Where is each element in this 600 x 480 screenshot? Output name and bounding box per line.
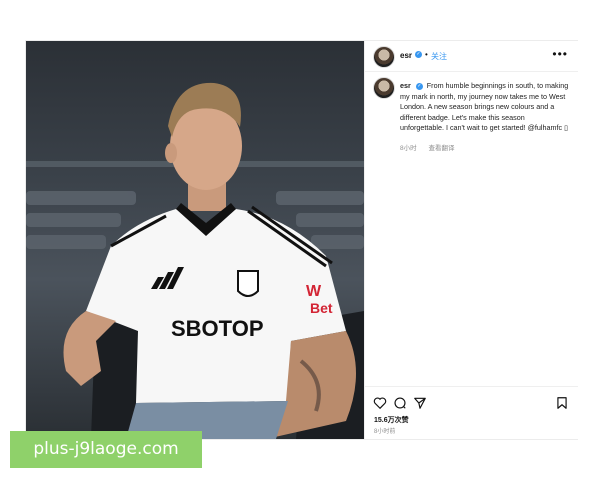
post-photo[interactable]: SBOTOP W Bet — [26, 41, 364, 439]
verified-icon: ✓ — [415, 51, 422, 58]
post-header: esr ✓ • 关注 ••• — [365, 41, 578, 72]
post-caption: esr ✓ From humble beginnings in south, t… — [400, 81, 570, 134]
post-timestamp: 8小时前 — [374, 429, 396, 435]
separator-dot: • — [425, 50, 428, 59]
share-icon[interactable] — [413, 396, 427, 410]
caption-avatar[interactable] — [373, 77, 395, 99]
caption-text: From humble beginnings in south, to maki… — [400, 81, 569, 132]
bookmark-icon[interactable] — [555, 396, 569, 410]
translate-link[interactable]: 查看翻译 — [428, 145, 454, 152]
watermark-banner: plus-j9laoge.com — [10, 431, 202, 468]
sleeve-sponsor-line2: Bet — [310, 300, 333, 316]
comment-icon[interactable] — [393, 396, 407, 410]
instagram-post: SBOTOP W Bet esr ✓ • 关注 ••• esr ✓ From h… — [25, 40, 578, 440]
more-icon[interactable]: ••• — [552, 47, 568, 61]
player-photo: SBOTOP W Bet — [26, 82, 364, 439]
caption-username[interactable]: esr — [400, 81, 411, 90]
sleeve-sponsor-line1: W — [306, 283, 322, 300]
jersey-sponsor-text: SBOTOP — [171, 316, 264, 341]
verified-icon: ✓ — [415, 82, 423, 90]
follow-button[interactable]: 关注 — [431, 51, 447, 62]
header-username[interactable]: esr — [400, 51, 412, 60]
post-sidebar: esr ✓ • 关注 ••• esr ✓ From humble beginni… — [364, 41, 578, 439]
avatar[interactable] — [373, 46, 395, 68]
likes-count[interactable]: 15.6万次赞 — [374, 415, 409, 425]
action-bar: 15.6万次赞 8小时前 — [365, 386, 578, 440]
heart-icon[interactable] — [373, 396, 387, 410]
caption-emoji: ▯ — [564, 123, 569, 132]
caption-meta: 8小时 查看翻译 — [400, 142, 464, 152]
caption-time: 8小时 — [400, 145, 417, 152]
watermark-text: plus-j9laoge.com — [33, 439, 179, 459]
